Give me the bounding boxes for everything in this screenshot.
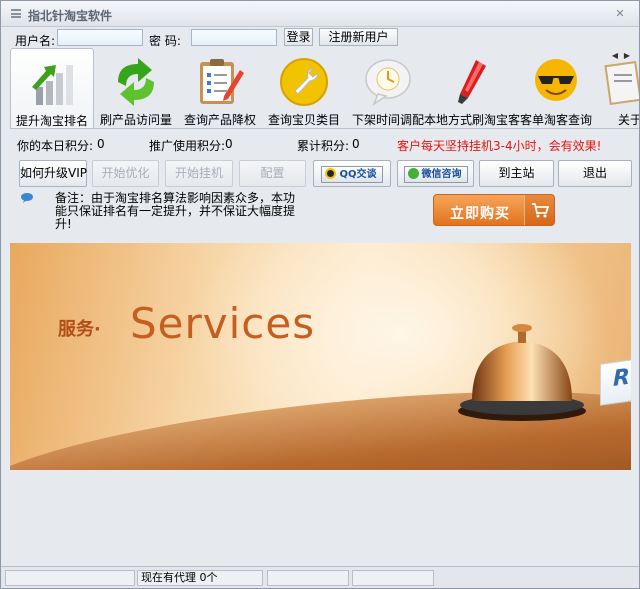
promo-score-label: 推广使用积分: <box>149 139 226 153</box>
tab-delist-schedule[interactable]: 下架时间调配 <box>346 48 430 128</box>
wechat-chip: 微信咨询 <box>403 166 468 183</box>
upgrade-vip-button[interactable]: 如何升级VIP <box>19 160 87 187</box>
tab-about-label: 关于 <box>618 113 639 127</box>
total-score-value: 0 <box>352 137 360 151</box>
marker-pen-icon <box>458 60 486 104</box>
wechat-icon <box>407 168 419 179</box>
speech-bubble-icon <box>21 193 33 203</box>
banner-title-cn: 服务· <box>58 319 101 340</box>
status-cell-empty <box>5 570 135 586</box>
score-row: 你的本日积分: 0 推广使用积分: 0 累计积分: 0 客户每天坚持挂机3-4小… <box>1 135 639 153</box>
start-hangup-button[interactable]: 开始挂机 <box>165 160 233 187</box>
register-button[interactable]: 注册新用户 <box>319 28 398 46</box>
title-bar: 指北针淘宝软件 ✕ <box>1 1 639 27</box>
password-label: 密 码: <box>149 34 181 48</box>
scroll-right-icon[interactable]: ▶ <box>621 50 633 62</box>
buy-now-label: 立即购买 <box>450 206 510 222</box>
buy-now-button[interactable]: 立即购买 <box>433 194 555 226</box>
tab-divider <box>10 128 639 129</box>
info-document-icon <box>604 60 639 106</box>
qq-penguin-icon <box>325 168 337 179</box>
login-row: 用户名: 密 码: 登录 注册新用户 <box>1 28 639 48</box>
note-text: 备注：由于淘宝排名算法影响因素众多，本功能只保证排名有一定提升，并不保证大幅度提… <box>55 191 296 231</box>
status-cell-2 <box>267 570 349 586</box>
cart-icon <box>532 203 550 218</box>
total-score-label: 累计积分: <box>297 139 350 153</box>
action-row: 如何升级VIP 开始优化 开始挂机 配置 QQ交谈 微信咨询 到主站 退出 <box>1 160 639 188</box>
status-cell-3 <box>352 570 434 586</box>
username-label: 用户名: <box>15 34 56 48</box>
login-button[interactable]: 登录 <box>284 28 313 46</box>
close-icon[interactable]: ✕ <box>613 8 627 22</box>
today-score-value: 0 <box>97 137 105 151</box>
start-optimize-button[interactable]: 开始优化 <box>92 160 159 187</box>
tab-query-category[interactable]: 查询宝贝类目 <box>262 48 346 128</box>
tab-brush-visits[interactable]: 刷产品访问量 <box>94 48 178 128</box>
hangup-notice: 客户每天坚持挂机3-4小时，会有效果! <box>397 139 602 153</box>
tab-order-taoke-query-label: 客单淘客查询 <box>519 113 592 127</box>
service-bell-icon <box>458 324 586 421</box>
scroll-left-icon[interactable]: ◀ <box>609 50 621 62</box>
app-window: 指北针淘宝软件 ✕ 用户名: 密 码: 登录 注册新用户 提升淘宝排名 刷产品访… <box>0 0 640 589</box>
wechat-label: 微信咨询 <box>421 169 462 180</box>
menu-icon[interactable] <box>11 9 21 18</box>
banner-sign: R <box>600 358 631 406</box>
clipboard-pencil-icon <box>200 59 244 104</box>
tab-check-demotion[interactable]: 查询产品降权 <box>178 48 262 128</box>
qq-chat-button[interactable]: QQ交谈 <box>313 160 391 187</box>
wechat-button[interactable]: 微信咨询 <box>397 160 474 187</box>
services-banner: 服务· Services R <box>10 243 631 470</box>
qq-chat-label: QQ交谈 <box>339 169 377 180</box>
window-title: 指北针淘宝软件 <box>28 9 113 23</box>
toolbar-scroll: ◀ ▶ <box>609 47 637 62</box>
home-site-button[interactable]: 到主站 <box>479 160 554 187</box>
tab-order-taoke-query[interactable]: 客单淘客查询 <box>514 48 598 128</box>
exit-button[interactable]: 退出 <box>558 160 632 187</box>
wrench-icon <box>280 58 328 106</box>
config-button[interactable]: 配置 <box>239 160 306 187</box>
cart-icon-wrap <box>524 195 554 225</box>
banner-title-en: Services <box>130 299 316 348</box>
password-input[interactable] <box>191 29 277 46</box>
today-score-label: 你的本日积分: <box>17 139 94 153</box>
sunglasses-face-icon <box>535 59 577 101</box>
banner-sign-letter: R <box>613 364 630 392</box>
promo-score-value: 0 <box>225 137 233 151</box>
bar-chart-up-icon <box>32 65 73 105</box>
username-input[interactable] <box>57 29 143 46</box>
feature-toolbar: 提升淘宝排名 刷产品访问量 查询产品降权 查询宝贝类目 下架时间调配 本地方式刷… <box>10 48 639 128</box>
qq-chip: QQ交谈 <box>321 166 383 183</box>
clock-bubble-icon <box>365 59 411 106</box>
refresh-arrows-icon <box>118 58 154 106</box>
agents-status: 现在有代理 0个 <box>137 570 263 586</box>
status-bar: 现在有代理 0个 <box>1 566 639 588</box>
tab-improve-ranking[interactable]: 提升淘宝排名 <box>10 48 94 128</box>
tab-local-taoke[interactable]: 本地方式刷淘宝客 <box>424 48 520 128</box>
